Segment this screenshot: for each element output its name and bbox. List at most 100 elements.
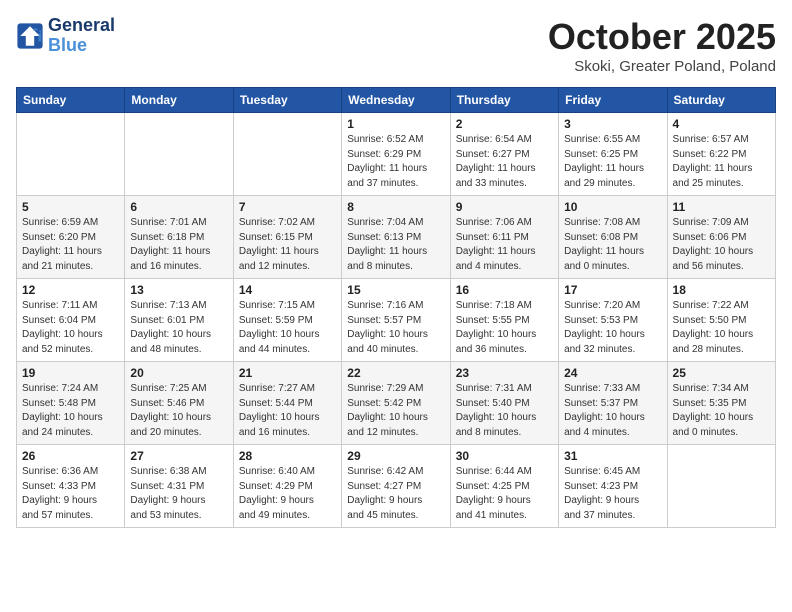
day-number: 11 [673,200,770,214]
day-number: 24 [564,366,661,380]
day-info: Sunrise: 6:57 AMSunset: 6:22 PMDaylight:… [673,133,770,191]
calendar-cell: 15 Sunrise: 7:16 AMSunset: 5:57 PMDayligh… [342,279,450,362]
day-number: 25 [673,366,770,380]
day-number: 27 [130,449,227,463]
logo-text: General Blue [48,16,115,56]
calendar-cell: 24 Sunrise: 7:33 AMSunset: 5:37 PMDayligh… [559,362,667,445]
day-info: Sunrise: 6:40 AMSunset: 4:29 PMDaylight:… [239,465,336,523]
calendar-cell: 11 Sunrise: 7:09 AMSunset: 6:06 PMDayligh… [667,196,775,279]
calendar-week-row: 5Sunrise: 6:59 AMSunset: 6:20 PMDaylight… [17,196,776,279]
day-number: 15 [347,283,444,297]
day-info: Sunrise: 7:09 AMSunset: 6:06 PMDaylight:… [673,216,770,274]
page-header: General Blue October 2025 Skoki, Greater… [16,16,776,75]
day-info: Sunrise: 6:42 AMSunset: 4:27 PMDaylight:… [347,465,444,523]
day-number: 20 [130,366,227,380]
day-of-week-header: Friday [559,88,667,113]
location-subtitle: Skoki, Greater Poland, Poland [548,58,776,75]
calendar-cell: 9Sunrise: 7:06 AMSunset: 6:11 PMDaylight… [450,196,558,279]
day-info: Sunrise: 7:33 AMSunset: 5:37 PMDaylight:… [564,382,661,440]
day-info: Sunrise: 7:11 AMSunset: 6:04 PMDaylight:… [22,299,119,357]
day-number: 8 [347,200,444,214]
calendar-cell [125,113,233,196]
calendar-cell: 29 Sunrise: 6:42 AMSunset: 4:27 PMDayligh… [342,445,450,528]
calendar-cell: 5Sunrise: 6:59 AMSunset: 6:20 PMDaylight… [17,196,125,279]
day-info: Sunrise: 7:04 AMSunset: 6:13 PMDaylight:… [347,216,444,274]
day-info: Sunrise: 7:27 AMSunset: 5:44 PMDaylight:… [239,382,336,440]
calendar-cell: 3 Sunrise: 6:55 AMSunset: 6:25 PMDaylight… [559,113,667,196]
day-info: Sunrise: 7:34 AMSunset: 5:35 PMDaylight:… [673,382,770,440]
day-info: Sunrise: 6:52 AMSunset: 6:29 PMDaylight:… [347,133,444,191]
calendar-cell: 23 Sunrise: 7:31 AMSunset: 5:40 PMDayligh… [450,362,558,445]
day-of-week-header: Sunday [17,88,125,113]
day-of-week-header: Saturday [667,88,775,113]
day-info: Sunrise: 6:38 AMSunset: 4:31 PMDaylight:… [130,465,227,523]
day-of-week-header: Monday [125,88,233,113]
day-number: 16 [456,283,553,297]
day-number: 13 [130,283,227,297]
day-info: Sunrise: 7:29 AMSunset: 5:42 PMDaylight:… [347,382,444,440]
day-info: Sunrise: 7:01 AMSunset: 6:18 PMDaylight:… [130,216,227,274]
day-info: Sunrise: 7:08 AMSunset: 6:08 PMDaylight:… [564,216,661,274]
calendar-cell [233,113,341,196]
day-info: Sunrise: 6:44 AMSunset: 4:25 PMDaylight:… [456,465,553,523]
calendar-cell: 30Sunrise: 6:44 AMSunset: 4:25 PMDayligh… [450,445,558,528]
day-number: 10 [564,200,661,214]
calendar-cell: 18 Sunrise: 7:22 AMSunset: 5:50 PMDayligh… [667,279,775,362]
calendar-week-row: 19 Sunrise: 7:24 AMSunset: 5:48 PMDayligh… [17,362,776,445]
calendar-cell: 25 Sunrise: 7:34 AMSunset: 5:35 PMDayligh… [667,362,775,445]
title-block: October 2025 Skoki, Greater Poland, Pola… [548,16,776,75]
day-number: 2 [456,117,553,131]
logo: General Blue [16,16,115,56]
day-number: 1 [347,117,444,131]
calendar-cell: 2 Sunrise: 6:54 AMSunset: 6:27 PMDaylight… [450,113,558,196]
day-number: 12 [22,283,119,297]
day-number: 3 [564,117,661,131]
calendar-cell: 6 Sunrise: 7:01 AMSunset: 6:18 PMDaylight… [125,196,233,279]
day-number: 4 [673,117,770,131]
day-info: Sunrise: 7:25 AMSunset: 5:46 PMDaylight:… [130,382,227,440]
day-info: Sunrise: 7:22 AMSunset: 5:50 PMDaylight:… [673,299,770,357]
day-info: Sunrise: 6:59 AMSunset: 6:20 PMDaylight:… [22,216,119,274]
day-of-week-header: Tuesday [233,88,341,113]
calendar-week-row: 12 Sunrise: 7:11 AMSunset: 6:04 PMDayligh… [17,279,776,362]
day-number: 22 [347,366,444,380]
month-title: October 2025 [548,16,776,58]
day-info: Sunrise: 6:54 AMSunset: 6:27 PMDaylight:… [456,133,553,191]
day-info: Sunrise: 7:13 AMSunset: 6:01 PMDaylight:… [130,299,227,357]
logo-line1: General [48,16,115,36]
calendar-cell: 13 Sunrise: 7:13 AMSunset: 6:01 PMDayligh… [125,279,233,362]
day-number: 19 [22,366,119,380]
day-number: 23 [456,366,553,380]
day-info: Sunrise: 7:24 AMSunset: 5:48 PMDaylight:… [22,382,119,440]
day-number: 14 [239,283,336,297]
calendar-week-row: 1 Sunrise: 6:52 AMSunset: 6:29 PMDaylight… [17,113,776,196]
calendar-cell [17,113,125,196]
day-info: Sunrise: 7:06 AMSunset: 6:11 PMDaylight:… [456,216,553,274]
day-of-week-header: Wednesday [342,88,450,113]
day-number: 31 [564,449,661,463]
day-number: 21 [239,366,336,380]
day-info: Sunrise: 7:16 AMSunset: 5:57 PMDaylight:… [347,299,444,357]
day-number: 29 [347,449,444,463]
day-info: Sunrise: 6:36 AMSunset: 4:33 PMDaylight:… [22,465,119,523]
day-info: Sunrise: 7:02 AMSunset: 6:15 PMDaylight:… [239,216,336,274]
calendar-week-row: 26 Sunrise: 6:36 AMSunset: 4:33 PMDayligh… [17,445,776,528]
day-info: Sunrise: 7:31 AMSunset: 5:40 PMDaylight:… [456,382,553,440]
calendar-cell: 17Sunrise: 7:20 AMSunset: 5:53 PMDayligh… [559,279,667,362]
calendar-cell: 22 Sunrise: 7:29 AMSunset: 5:42 PMDayligh… [342,362,450,445]
calendar-cell: 16Sunrise: 7:18 AMSunset: 5:55 PMDayligh… [450,279,558,362]
day-number: 18 [673,283,770,297]
calendar-cell: 21 Sunrise: 7:27 AMSunset: 5:44 PMDayligh… [233,362,341,445]
calendar-cell: 26 Sunrise: 6:36 AMSunset: 4:33 PMDayligh… [17,445,125,528]
calendar-cell: 20 Sunrise: 7:25 AMSunset: 5:46 PMDayligh… [125,362,233,445]
calendar-cell: 28 Sunrise: 6:40 AMSunset: 4:29 PMDayligh… [233,445,341,528]
day-number: 6 [130,200,227,214]
day-number: 26 [22,449,119,463]
calendar-cell: 1 Sunrise: 6:52 AMSunset: 6:29 PMDaylight… [342,113,450,196]
calendar-cell: 19 Sunrise: 7:24 AMSunset: 5:48 PMDayligh… [17,362,125,445]
logo-icon [16,22,44,50]
calendar-cell: 31Sunrise: 6:45 AMSunset: 4:23 PMDayligh… [559,445,667,528]
day-info: Sunrise: 6:55 AMSunset: 6:25 PMDaylight:… [564,133,661,191]
logo-line2: Blue [48,36,115,56]
day-number: 28 [239,449,336,463]
